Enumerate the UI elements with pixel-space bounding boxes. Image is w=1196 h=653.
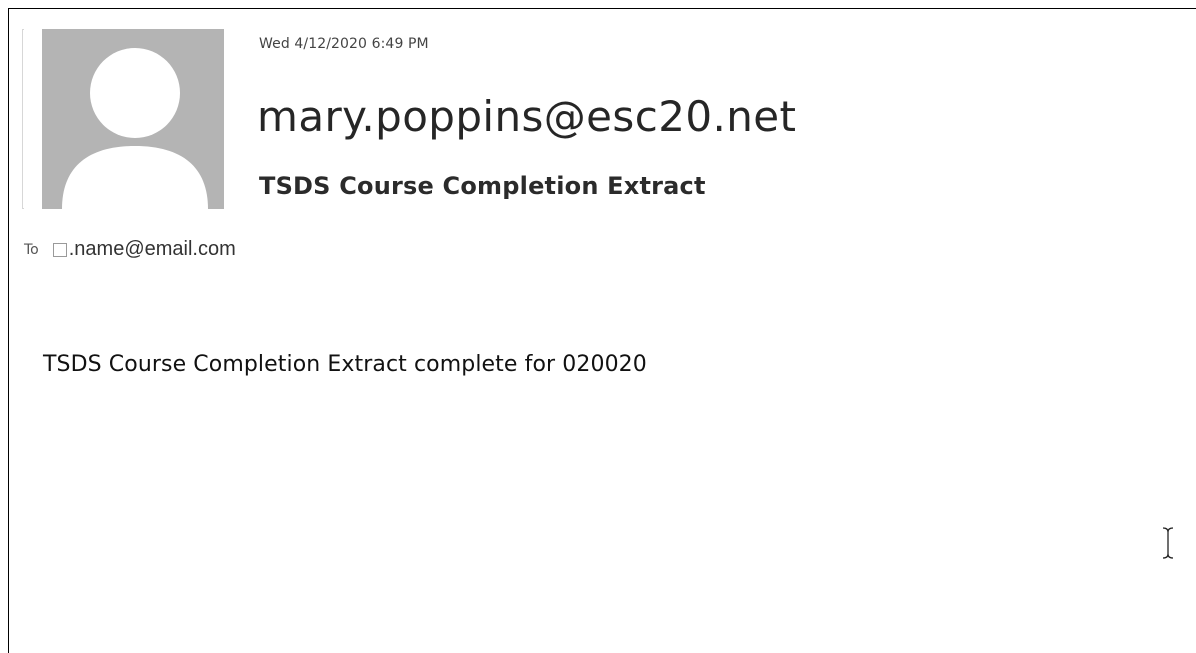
- text-cursor-icon: [1162, 527, 1174, 559]
- recipient-row: To .name@email.com: [24, 238, 236, 261]
- to-label: To: [24, 241, 39, 258]
- email-date: Wed 4/12/2020 6:49 PM: [259, 36, 429, 52]
- user-placeholder-icon: [42, 29, 224, 209]
- checkbox-icon[interactable]: [52, 242, 67, 257]
- recipient-address[interactable]: .name@email.com: [69, 238, 236, 261]
- sender-address[interactable]: mary.poppins@esc20.net: [257, 92, 796, 142]
- email-body: TSDS Course Completion Extract complete …: [43, 352, 647, 377]
- sender-avatar: [24, 29, 224, 209]
- email-subject: TSDS Course Completion Extract: [259, 172, 706, 200]
